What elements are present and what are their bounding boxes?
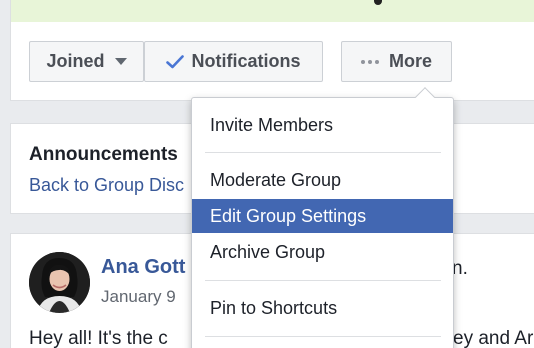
menu-divider	[205, 336, 441, 337]
cover-photo	[11, 0, 534, 22]
caret-down-icon	[114, 58, 127, 65]
menu-divider	[205, 280, 441, 281]
post-author-link[interactable]: Ana Gott	[101, 256, 185, 279]
menu-item-moderate-group[interactable]: Moderate Group	[192, 163, 453, 197]
joined-button[interactable]: Joined	[29, 41, 144, 82]
post-body-text-continued: ey and Ar	[453, 328, 534, 348]
cover-photo-detail	[374, 0, 382, 5]
more-label: More	[388, 51, 432, 71]
post-timestamp[interactable]: January 9	[101, 287, 176, 307]
more-dropdown-menu: Invite Members Moderate Group Edit Group…	[191, 87, 454, 348]
menu-item-archive-group[interactable]: Archive Group	[192, 235, 453, 269]
group-header-card: Joined Notifications More	[10, 0, 534, 101]
more-button[interactable]: More	[341, 41, 452, 82]
post-header-suffix: n.	[452, 258, 468, 279]
notifications-label: Notifications	[191, 51, 301, 71]
ellipsis-icon	[360, 59, 379, 64]
post-body-text: Hey all! It's the c	[29, 328, 168, 348]
announcements-title: Announcements	[29, 144, 178, 165]
menu-item-pin-to-shortcuts[interactable]: Pin to Shortcuts	[192, 291, 453, 325]
back-to-group-link[interactable]: Back to Group Disc	[29, 175, 184, 196]
menu-item-invite-members[interactable]: Invite Members	[192, 108, 453, 142]
checkmark-icon	[166, 54, 185, 69]
menu-divider	[205, 152, 441, 153]
menu-item-edit-group-settings[interactable]: Edit Group Settings	[192, 199, 453, 233]
avatar[interactable]	[29, 252, 90, 313]
notifications-button[interactable]: Notifications	[144, 41, 323, 82]
joined-label: Joined	[46, 51, 105, 71]
